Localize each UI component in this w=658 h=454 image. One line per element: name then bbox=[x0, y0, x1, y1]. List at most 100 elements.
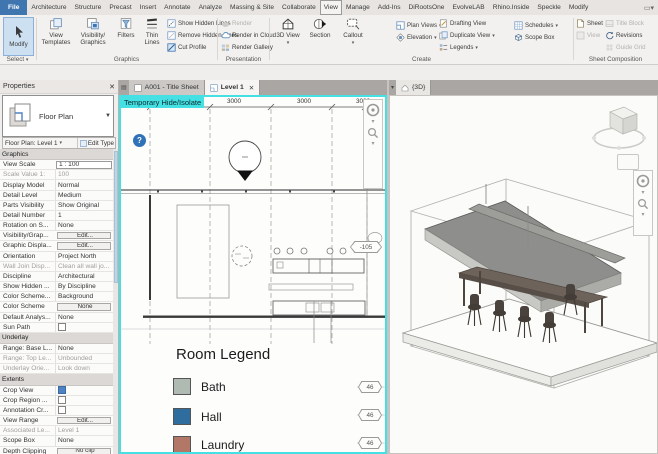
section-button[interactable]: Section bbox=[304, 16, 336, 55]
visibility-edit-button[interactable]: Edit... bbox=[57, 232, 111, 240]
type-selector[interactable]: Floor Plan ▼ bbox=[2, 95, 114, 137]
navigation-bar[interactable]: ▾ ▾ bbox=[363, 99, 383, 189]
close-view-tab-icon[interactable]: ✕ bbox=[249, 84, 254, 92]
elevation-button[interactable]: Elevation ▾ bbox=[396, 32, 437, 43]
show-hidden-lines-icon bbox=[167, 19, 176, 28]
duplicate-view-label: Duplicate View bbox=[450, 32, 491, 39]
ribbon-tab-addins[interactable]: Add-Ins bbox=[374, 0, 405, 15]
nav-caret-icon[interactable]: ▾ bbox=[641, 212, 644, 218]
drafting-view-button[interactable]: Drafting View bbox=[439, 18, 486, 29]
grid-bubble[interactable]: 46 bbox=[358, 409, 382, 421]
legends-button[interactable]: Legends ▾ bbox=[439, 42, 478, 53]
zoom-icon[interactable] bbox=[367, 127, 379, 139]
sheet-composition-group-label[interactable]: Sheet Composition bbox=[575, 56, 656, 63]
room-legend-title: Room Legend bbox=[176, 346, 271, 363]
visibility-graphics-label: Visibility/ Graphics bbox=[80, 32, 106, 46]
callout-button[interactable]: Callout ▾ bbox=[337, 16, 369, 55]
modify-button[interactable]: Modify bbox=[3, 17, 34, 56]
properties-close-icon[interactable]: ✕ bbox=[109, 83, 115, 91]
plan-views-button[interactable]: Plan Views ▾ bbox=[396, 20, 442, 31]
presentation-group-label[interactable]: Presentation bbox=[219, 56, 268, 63]
visibility-graphics-button[interactable]: Visibility/ Graphics bbox=[75, 16, 111, 55]
ribbon-tab-precast[interactable]: Precast bbox=[105, 0, 135, 15]
ribbon-tab-analyze[interactable]: Analyze bbox=[195, 0, 226, 15]
select-group-label[interactable]: Select bbox=[7, 56, 25, 63]
grid-bubble[interactable]: 46 bbox=[358, 437, 382, 449]
ribbon-tab-rhinoinside[interactable]: Rhino.Inside bbox=[489, 0, 534, 15]
zoom-icon[interactable] bbox=[637, 198, 649, 210]
view-scale-value[interactable]: 1 : 100 bbox=[56, 160, 112, 169]
nav-caret-icon[interactable]: ▾ bbox=[371, 119, 374, 125]
section-underlay[interactable]: Underlay bbox=[0, 332, 113, 344]
sheet-button[interactable]: Sheet bbox=[576, 18, 603, 29]
render-label: Render bbox=[232, 20, 252, 27]
render-gallery-button[interactable]: Render Gallery bbox=[221, 42, 273, 53]
instance-caret-icon[interactable]: ▾ bbox=[60, 140, 63, 146]
sun-path-checkbox[interactable] bbox=[58, 323, 66, 332]
section-extents[interactable]: Extents bbox=[0, 374, 113, 386]
ribbon-tab-architecture[interactable]: Architecture bbox=[27, 0, 70, 15]
ribbon-tab-modify[interactable]: Modify bbox=[565, 0, 592, 15]
ribbon-tab-massing-site[interactable]: Massing & Site bbox=[226, 0, 278, 15]
ribbon-tab-dirootsone[interactable]: DiRootsOne bbox=[405, 0, 449, 15]
edit-type-button[interactable]: Edit Type bbox=[76, 138, 115, 148]
duplicate-view-icon bbox=[439, 31, 448, 40]
render-icon bbox=[221, 19, 230, 28]
tab-level-1[interactable]: Level 1 ✕ bbox=[204, 80, 261, 95]
steering-wheel-icon[interactable] bbox=[636, 174, 650, 188]
room-tag[interactable]: -105 bbox=[350, 241, 382, 253]
ribbon-tab-evolvelab[interactable]: EvolveLAB bbox=[448, 0, 488, 15]
view-tab-menu-icon[interactable]: ▾ bbox=[389, 80, 396, 95]
render-in-cloud-button[interactable]: Render in Cloud bbox=[221, 30, 276, 41]
view-range-edit-button[interactable]: Edit... bbox=[57, 417, 111, 425]
thin-lines-button[interactable]: Thin Lines bbox=[139, 16, 165, 55]
nav-caret-icon[interactable]: ▾ bbox=[371, 141, 374, 147]
schedules-button[interactable]: Schedules ▾ bbox=[514, 20, 558, 31]
tab-3d[interactable]: {3D} bbox=[396, 80, 432, 95]
ribbon-tab-manage[interactable]: Manage bbox=[342, 0, 374, 15]
help-icon[interactable]: ? bbox=[133, 134, 146, 147]
crop-view-checkbox[interactable] bbox=[58, 386, 66, 395]
temporary-hide-isolate-badge[interactable]: Temporary Hide/Isolate bbox=[121, 97, 205, 108]
ribbon-tab-annotate[interactable]: Annotate bbox=[160, 0, 194, 15]
revisions-button[interactable]: Revisions bbox=[605, 30, 642, 41]
plan-views-label: Plan Views bbox=[407, 22, 438, 29]
view-templates-button[interactable]: View Templates bbox=[38, 16, 74, 55]
steering-wheel-icon[interactable] bbox=[366, 103, 380, 117]
ribbon-display-options-icon[interactable]: ▭▾ bbox=[640, 0, 658, 15]
type-selector-caret-icon[interactable]: ▼ bbox=[105, 113, 111, 119]
filters-button[interactable]: Filters bbox=[113, 16, 139, 55]
scope-box-button[interactable]: Scope Box bbox=[514, 32, 554, 43]
graphics-group-label[interactable]: Graphics bbox=[37, 56, 216, 63]
grid-bubble[interactable]: 46 bbox=[358, 381, 382, 393]
ribbon-group-sheet-composition: Sheet View Title Block Revisions Guide G… bbox=[575, 15, 656, 63]
3d-view-button[interactable]: 3D View ▾ bbox=[273, 16, 303, 55]
viewcube-options-button[interactable] bbox=[617, 154, 639, 170]
cut-profile-button[interactable]: Cut Profile bbox=[167, 42, 206, 53]
color-scheme-button[interactable]: None bbox=[57, 303, 111, 311]
crop-region-checkbox[interactable] bbox=[58, 396, 66, 405]
graphic-display-edit-button[interactable]: Edit... bbox=[57, 242, 111, 250]
3d-navigation-bar[interactable]: ▾ ▾ bbox=[633, 170, 653, 236]
ribbon-tab-collaborate[interactable]: Collaborate bbox=[278, 0, 320, 15]
view-tab-menu-icon[interactable]: ▤ bbox=[119, 80, 129, 95]
section-graphics[interactable]: Graphics bbox=[0, 149, 113, 161]
properties-scrollbar[interactable] bbox=[113, 149, 118, 454]
ribbon-tab-view[interactable]: View bbox=[319, 0, 342, 15]
row-discipline: Discipline Architectural bbox=[0, 271, 113, 283]
nav-caret-icon[interactable]: ▾ bbox=[641, 190, 644, 196]
3d-viewport[interactable]: ▾ ▾ bbox=[389, 95, 658, 454]
ribbon-tab-structure[interactable]: Structure bbox=[71, 0, 106, 15]
ribbon-tab-file[interactable]: File bbox=[0, 0, 28, 15]
annotation-crop-checkbox[interactable] bbox=[58, 406, 66, 415]
plan-viewport[interactable]: Temporary Hide/Isolate ? 3000 3000 3000 bbox=[119, 95, 387, 454]
properties-scrollbar-thumb[interactable] bbox=[113, 151, 118, 283]
create-group-label[interactable]: Create bbox=[271, 56, 572, 63]
group-divider bbox=[573, 18, 574, 60]
duplicate-view-button[interactable]: Duplicate View ▾ bbox=[439, 30, 495, 41]
ribbon-tab-speckle[interactable]: Speckle bbox=[533, 0, 564, 15]
ribbon-tab-insert[interactable]: Insert bbox=[136, 0, 161, 15]
tab-title-sheet[interactable]: A001 - Title Sheet bbox=[128, 80, 205, 95]
depth-clipping-button[interactable]: No clip bbox=[57, 447, 111, 454]
instance-name[interactable]: Floor Plan: Level 1 bbox=[5, 140, 58, 147]
